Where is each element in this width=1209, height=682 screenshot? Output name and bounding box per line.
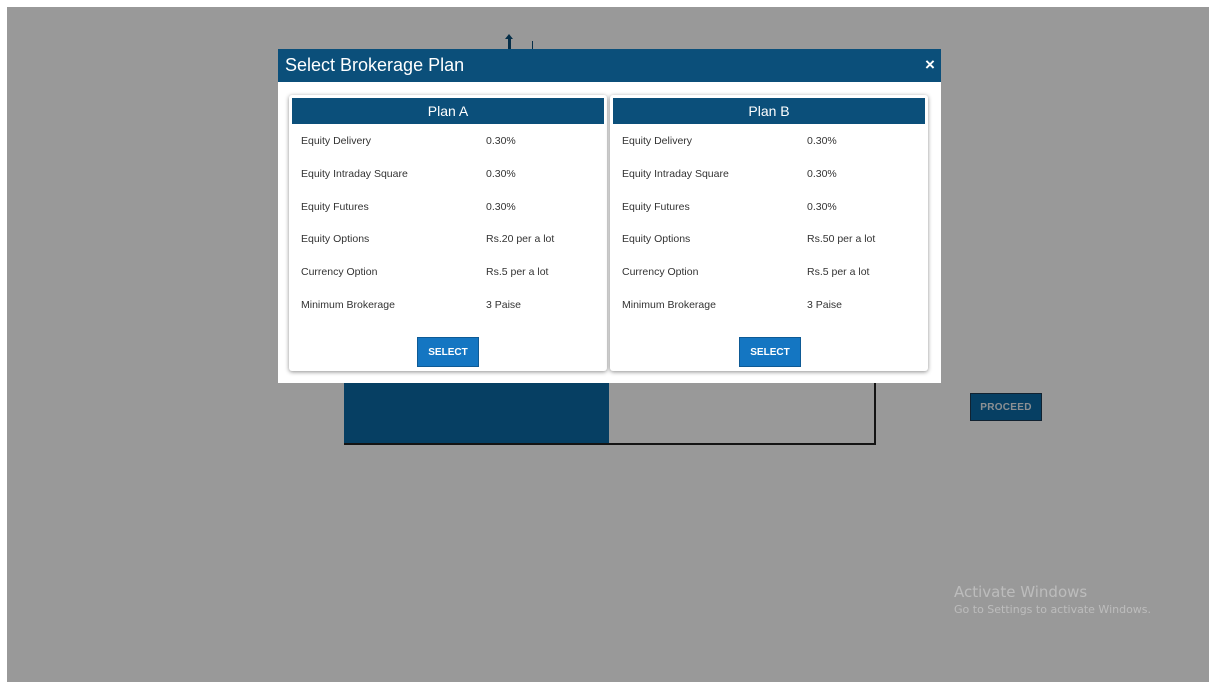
row-value: Rs.20 per a lot bbox=[486, 233, 555, 246]
close-icon[interactable]: × bbox=[922, 54, 938, 76]
plan-card-b: Plan B Equity Delivery 0.30% Equity Intr… bbox=[610, 95, 928, 371]
row-label: Currency Option bbox=[622, 266, 699, 279]
plan-rows: Equity Delivery 0.30% Equity Intraday Sq… bbox=[622, 135, 922, 332]
plan-row: Currency Option Rs.5 per a lot bbox=[301, 266, 601, 299]
row-value: Rs.5 per a lot bbox=[486, 266, 549, 279]
row-label: Equity Intraday Square bbox=[301, 167, 408, 180]
activate-windows-watermark: Activate Windows Go to Settings to activ… bbox=[954, 583, 1151, 616]
row-label: Equity Delivery bbox=[622, 135, 693, 147]
watermark-line1: Activate Windows bbox=[954, 583, 1088, 601]
select-plan-b-button[interactable]: SELECT bbox=[739, 337, 801, 367]
plan-rows: Equity Delivery 0.30% Equity Intraday Sq… bbox=[301, 135, 601, 332]
row-value: 0.30% bbox=[807, 200, 837, 213]
plan-row: Equity Options Rs.50 per a lot bbox=[622, 233, 922, 266]
plan-title: Plan A bbox=[292, 98, 604, 124]
plan-title: Plan B bbox=[613, 98, 925, 124]
watermark-line2: Go to Settings to activate Windows. bbox=[954, 603, 1152, 616]
row-value: 0.30% bbox=[807, 167, 837, 180]
plan-row: Equity Intraday Square 0.30% bbox=[301, 168, 601, 201]
plan-card-a: Plan A Equity Delivery 0.30% Equity Intr… bbox=[289, 95, 607, 371]
row-value: 0.30% bbox=[486, 200, 516, 213]
plan-row: Equity Intraday Square 0.30% bbox=[622, 168, 922, 201]
page-viewport: PROCEED Activate Windows Go to Settings … bbox=[7, 7, 1209, 682]
row-label: Equity Futures bbox=[622, 200, 690, 213]
plan-row: Minimum Brokerage 3 Paise bbox=[301, 299, 601, 332]
row-value: 3 Paise bbox=[807, 298, 843, 311]
plan-row: Minimum Brokerage 3 Paise bbox=[622, 299, 922, 332]
modal-title: Select Brokerage Plan bbox=[285, 55, 465, 75]
plan-row: Currency Option Rs.5 per a lot bbox=[622, 266, 922, 299]
row-value: 0.30% bbox=[807, 135, 837, 147]
row-label: Minimum Brokerage bbox=[622, 298, 716, 311]
select-plan-a-button[interactable]: SELECT bbox=[417, 337, 479, 367]
row-label: Equity Options bbox=[622, 233, 691, 246]
row-label: Currency Option bbox=[301, 266, 378, 279]
row-label: Equity Intraday Square bbox=[622, 167, 729, 180]
plan-row: Equity Delivery 0.30% bbox=[622, 135, 922, 168]
row-value: 0.30% bbox=[486, 135, 516, 147]
row-value: Rs.50 per a lot bbox=[807, 233, 876, 246]
plan-row: Equity Options Rs.20 per a lot bbox=[301, 233, 601, 266]
row-label: Equity Options bbox=[301, 233, 370, 246]
row-value: Rs.5 per a lot bbox=[807, 266, 870, 279]
plan-row: Equity Futures 0.30% bbox=[622, 201, 922, 234]
row-label: Equity Futures bbox=[301, 200, 369, 213]
row-label: Minimum Brokerage bbox=[301, 298, 395, 311]
row-value: 0.30% bbox=[486, 167, 516, 180]
row-value: 3 Paise bbox=[486, 298, 522, 311]
row-label: Equity Delivery bbox=[301, 135, 372, 147]
brokerage-plan-modal: Select Brokerage Plan × Plan A Equity De… bbox=[278, 49, 941, 383]
modal-header: Select Brokerage Plan × bbox=[278, 49, 941, 82]
plan-row: Equity Delivery 0.30% bbox=[301, 135, 601, 168]
plan-row: Equity Futures 0.30% bbox=[301, 201, 601, 234]
